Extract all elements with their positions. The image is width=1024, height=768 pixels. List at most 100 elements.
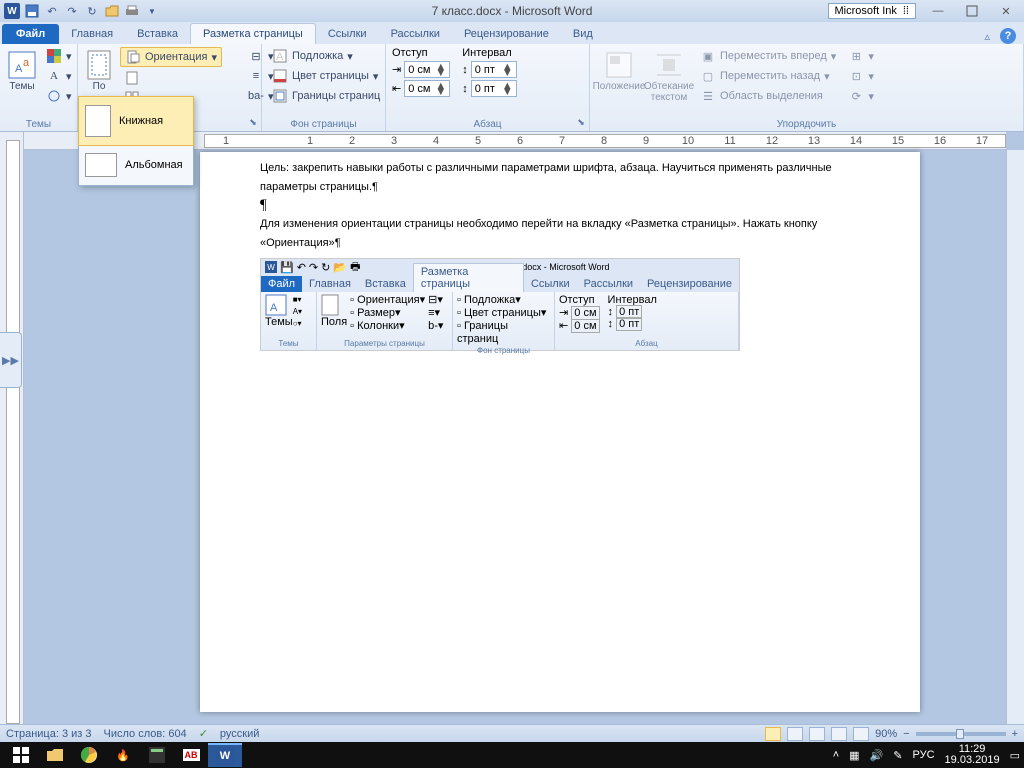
paragraph-launcher[interactable]: ⬊ — [575, 117, 587, 129]
calculator-icon[interactable] — [140, 743, 174, 767]
size-icon — [124, 70, 140, 86]
start-button[interactable] — [4, 743, 38, 767]
tab-view[interactable]: Вид — [561, 24, 605, 44]
maximize-button[interactable] — [960, 3, 984, 19]
minimize-button[interactable]: — — [926, 3, 950, 19]
emb-pc: Цвет страницы — [464, 307, 541, 319]
tab-insert[interactable]: Вставка — [125, 24, 190, 44]
zoom-out-button[interactable]: − — [903, 728, 909, 740]
themes-button[interactable]: Aa Темы — [6, 47, 38, 118]
status-words[interactable]: Число слов: 604 — [104, 728, 187, 740]
full-screen-view[interactable] — [787, 727, 803, 741]
selection-pane-icon: ☰ — [700, 88, 716, 104]
zoom-in-button[interactable]: + — [1012, 728, 1018, 740]
rotate-button[interactable]: ⟳▾ — [844, 87, 878, 105]
undo-icon[interactable]: ↶ — [44, 3, 60, 19]
theme-fonts-button[interactable]: A▾ — [42, 67, 76, 85]
align-button[interactable]: ⊞▾ — [844, 47, 878, 65]
status-page[interactable]: Страница: 3 из 3 — [6, 728, 92, 740]
wrap-text-button[interactable]: Обтекание текстом — [646, 47, 692, 118]
orientation-portrait-item[interactable]: Книжная — [78, 96, 194, 146]
emb-orient: Ориентация — [357, 294, 419, 306]
pen-icon[interactable]: ✎ — [893, 749, 902, 762]
zoom-value[interactable]: 90% — [875, 728, 897, 740]
orientation-button[interactable]: Ориентация ▾ — [120, 47, 222, 67]
tab-mailings[interactable]: Рассылки — [379, 24, 452, 44]
minimize-ribbon-icon[interactable]: ▵ — [984, 30, 990, 43]
tab-home[interactable]: Главная — [59, 24, 125, 44]
effects-icon — [46, 88, 62, 104]
tab-file[interactable]: Файл — [2, 24, 59, 44]
indent-left-field[interactable]: ⇥0 см▲▼ — [392, 61, 450, 78]
vertical-scrollbar[interactable] — [1006, 150, 1024, 724]
group-button[interactable]: ⊡▾ — [844, 67, 878, 85]
indent-left-value: 0 см — [408, 64, 430, 76]
page-borders-label: Границы страниц — [292, 90, 380, 102]
orientation-icon — [125, 49, 141, 65]
theme-colors-button[interactable]: ▾ — [42, 47, 76, 65]
word-icon[interactable]: W — [4, 3, 20, 19]
bring-forward-icon: ▣ — [700, 48, 716, 64]
theme-effects-button[interactable]: ▾ — [42, 87, 76, 105]
tray-up-icon[interactable]: ˄ — [833, 749, 839, 761]
tab-references[interactable]: Ссылки — [316, 24, 379, 44]
themes-icon: Aa — [6, 49, 38, 81]
status-language[interactable]: русский — [220, 728, 259, 740]
bring-forward-label: Переместить вперед — [720, 50, 827, 62]
group-arrange: Положение Обтекание текстом ▣ Переместить… — [590, 44, 1024, 131]
emb-af: 0 пт — [616, 317, 642, 331]
language-indicator[interactable]: РУС — [913, 749, 935, 761]
chrome-icon[interactable] — [72, 743, 106, 767]
orientation-label: Ориентация — [145, 51, 207, 63]
qat-dropdown-icon[interactable]: ▼ — [144, 3, 160, 19]
draft-view[interactable] — [853, 727, 869, 741]
emb-g-para: Абзац — [559, 339, 734, 348]
page-color-button[interactable]: Цвет страницы ▾ — [268, 67, 384, 85]
emb-g-bg: Фон страницы — [457, 346, 550, 355]
volume-icon[interactable]: 🔊 — [870, 749, 884, 762]
tab-page-layout[interactable]: Разметка страницы — [190, 23, 316, 44]
page-borders-button[interactable]: Границы страниц — [268, 87, 384, 105]
navigation-handle[interactable]: ▶▶ — [0, 332, 22, 388]
action-center-icon[interactable]: ▭ — [1010, 749, 1020, 762]
outline-view[interactable] — [831, 727, 847, 741]
web-layout-view[interactable] — [809, 727, 825, 741]
page-color-icon — [272, 68, 288, 84]
vertical-ruler[interactable] — [0, 132, 24, 724]
quick-print-icon[interactable] — [124, 3, 140, 19]
save-icon[interactable] — [24, 3, 40, 19]
close-button[interactable]: ✕ — [994, 3, 1018, 19]
zoom-slider[interactable] — [916, 732, 1006, 736]
page-setup-launcher[interactable]: ⬊ — [247, 117, 259, 129]
document-page[interactable]: Цель: закрепить навыки работы с различны… — [200, 152, 920, 712]
position-button[interactable]: Положение — [596, 47, 642, 118]
open-icon[interactable] — [104, 3, 120, 19]
selection-pane-button[interactable]: ☰Область выделения — [696, 87, 840, 105]
spacing-before-field[interactable]: ↕0 пт▲▼ — [462, 61, 517, 78]
help-icon[interactable]: ? — [1000, 28, 1016, 44]
spell-check-icon[interactable]: ✓ — [199, 727, 208, 740]
orientation-landscape-item[interactable]: Альбомная — [79, 145, 193, 185]
network-icon[interactable]: ▦ — [849, 749, 859, 762]
margins-icon — [83, 49, 115, 81]
clock[interactable]: 11:2919.03.2019 — [945, 744, 1000, 766]
redo-icon[interactable]: ↷ — [64, 3, 80, 19]
app-icon-1[interactable]: 🔥 — [106, 743, 140, 767]
print-layout-view[interactable] — [765, 727, 781, 741]
send-backward-button[interactable]: ▢Переместить назад ▾ — [696, 67, 840, 85]
spacing-after-field[interactable]: ↕0 пт▲▼ — [462, 80, 517, 97]
bring-forward-button[interactable]: ▣Переместить вперед ▾ — [696, 47, 840, 65]
size-button[interactable] — [120, 69, 222, 87]
watermark-label: Подложка — [292, 50, 343, 62]
ms-ink-button[interactable]: Microsoft Ink⁞⁞ — [828, 3, 916, 19]
tab-review[interactable]: Рецензирование — [452, 24, 561, 44]
app-icon-2[interactable]: AB — [174, 743, 208, 767]
watermark-icon: A — [272, 48, 288, 64]
emb-g-themes: Темы — [265, 339, 312, 348]
refresh-icon[interactable]: ↻ — [84, 3, 100, 19]
word-taskbar-icon[interactable]: W — [208, 743, 242, 767]
indent-right-field[interactable]: ⇤0 см▲▼ — [392, 80, 450, 97]
watermark-button[interactable]: AПодложка ▾ — [268, 47, 384, 65]
quick-access-toolbar: W ↶ ↷ ↻ ▼ — [0, 3, 160, 19]
file-explorer-icon[interactable] — [38, 743, 72, 767]
